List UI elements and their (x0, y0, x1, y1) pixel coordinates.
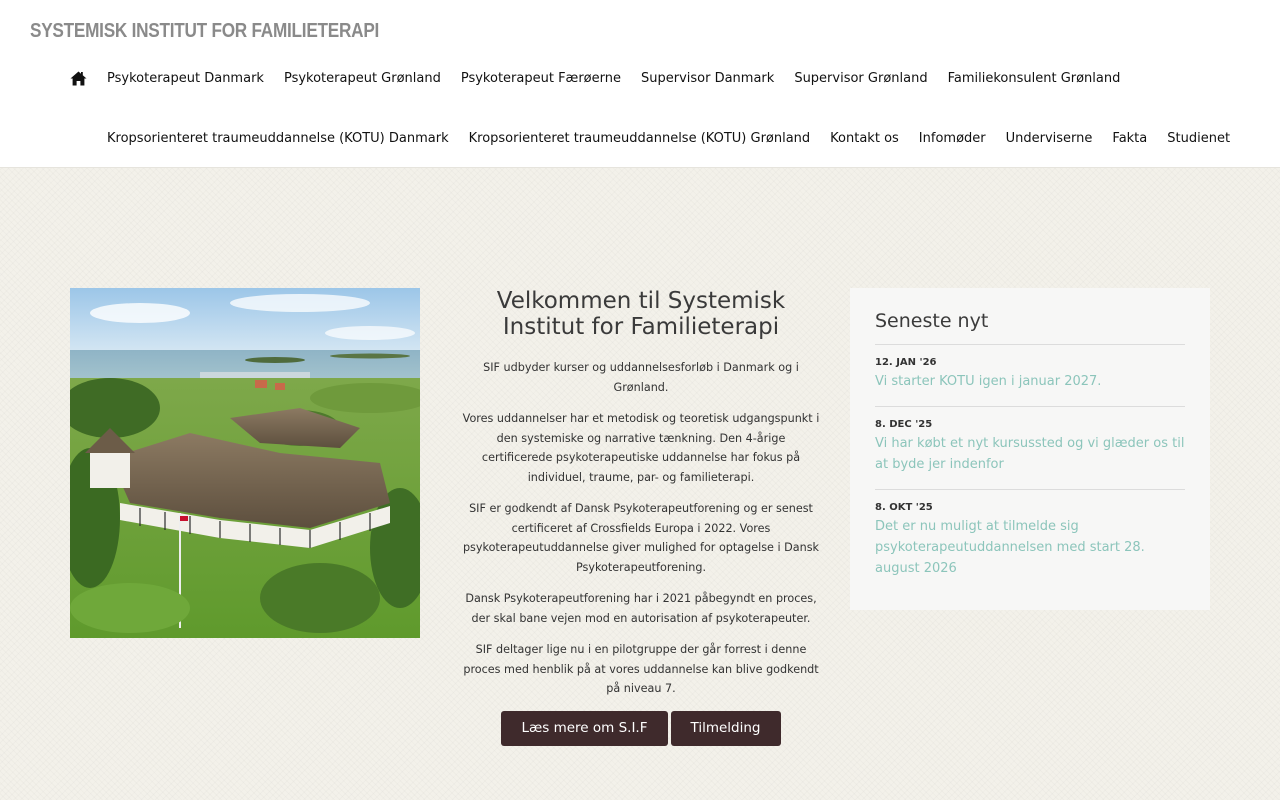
nav-item-kotu-danmark[interactable]: Kropsorienteret traumeuddannelse (KOTU) … (107, 131, 449, 146)
intro-title: Velkommen til Systemisk Institut for Fam… (496, 288, 786, 340)
nav-item-familiekonsulent-gronland[interactable]: Familiekonsulent Grønland (948, 71, 1121, 86)
news-date: 12. JAN '26 (875, 357, 937, 368)
nav-item-kotu-gronland[interactable]: Kropsorienteret traumeuddannelse (KOTU) … (469, 131, 811, 146)
intro-paragraph-3: SIF er godkendt af Dansk Psykoterapeutfo… (462, 502, 820, 574)
intro-paragraph-1: SIF udbyder kurser og uddannelsesforløb … (483, 361, 799, 394)
nav-item-underviserne[interactable]: Underviserne (1006, 131, 1093, 146)
nav-item-kontakt-os[interactable]: Kontakt os (830, 131, 899, 146)
intro-paragraph-5: SIF deltager lige nu i en pilotgruppe de… (463, 643, 819, 695)
nav-item-psykoterapeut-gronland[interactable]: Psykoterapeut Grønland (284, 71, 441, 86)
news-item: 12. JAN '26 Vi starter KOTU igen i janua… (875, 345, 1185, 407)
news-link[interactable]: Vi starter KOTU igen i januar 2027. (875, 371, 1185, 392)
home-icon[interactable] (70, 71, 87, 86)
nav-row-1: Psykoterapeut Danmark Psykoterapeut Grøn… (70, 68, 1120, 88)
nav-row-2: Kropsorienteret traumeuddannelse (KOTU) … (107, 128, 1230, 148)
nav-item-infomoder[interactable]: Infomøder (919, 131, 986, 146)
site-logo[interactable]: SYSTEMISK INSTITUT FOR FAMILIETERAPI (30, 20, 379, 43)
news-title: Seneste nyt (875, 310, 1185, 345)
intro-paragraph-4: Dansk Psykoterapeutforening har i 2021 p… (465, 592, 817, 625)
nav-item-psykoterapeut-danmark[interactable]: Psykoterapeut Danmark (107, 71, 264, 86)
news-link[interactable]: Det er nu muligt at tilmelde sig psykote… (875, 516, 1185, 579)
news-link[interactable]: Vi har købt et nyt kursussted og vi glæd… (875, 433, 1185, 475)
intro-paragraph-2: Vores uddannelser har et metodisk og teo… (462, 412, 820, 484)
news-date: 8. OKT '25 (875, 502, 933, 513)
nav-item-psykoterapeut-faeroerne[interactable]: Psykoterapeut Færøerne (461, 71, 621, 86)
site-header: SYSTEMISK INSTITUT FOR FAMILIETERAPI Psy… (0, 0, 1280, 168)
nav-item-supervisor-gronland[interactable]: Supervisor Grønland (794, 71, 927, 86)
news-item: 8. DEC '25 Vi har købt et nyt kursussted… (875, 407, 1185, 490)
intro-section: Velkommen til Systemisk Institut for Fam… (460, 288, 822, 746)
signup-button[interactable]: Tilmelding (670, 710, 781, 746)
campus-aerial-photo (70, 288, 420, 638)
read-more-button[interactable]: Læs mere om S.I.F (501, 710, 668, 746)
intro-buttons: Læs mere om S.I.F Tilmelding (460, 710, 822, 746)
nav-item-studienet[interactable]: Studienet (1167, 131, 1230, 146)
nav-item-fakta[interactable]: Fakta (1112, 131, 1147, 146)
news-date: 8. DEC '25 (875, 419, 933, 430)
nav-item-supervisor-danmark[interactable]: Supervisor Danmark (641, 71, 774, 86)
news-panel: Seneste nyt 12. JAN '26 Vi starter KOTU … (850, 288, 1210, 610)
news-item: 8. OKT '25 Det er nu muligt at tilmelde … (875, 490, 1185, 593)
